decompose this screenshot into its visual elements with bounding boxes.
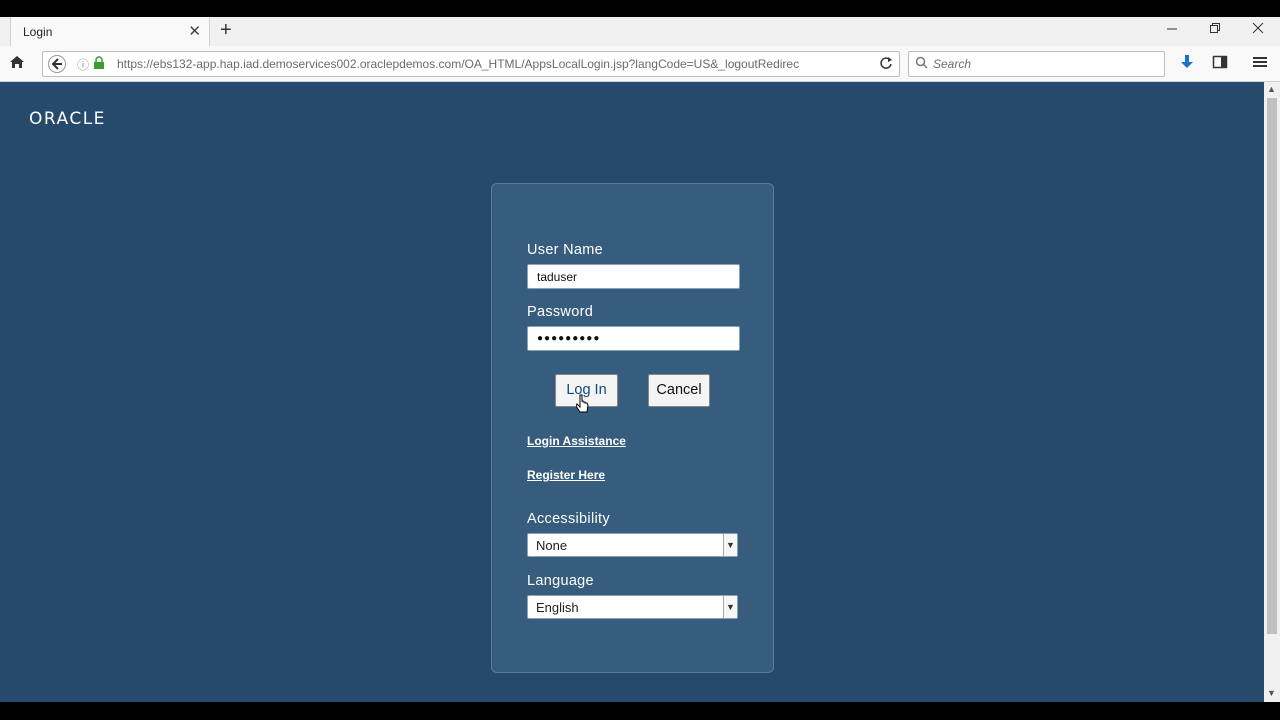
oracle-logo: ORACLE [29, 109, 106, 129]
accessibility-label: Accessibility [527, 511, 610, 527]
scroll-down-icon[interactable]: ▼ [1267, 688, 1276, 698]
scrollbar-thumb[interactable] [1267, 98, 1277, 634]
sidebar-icon[interactable] [1212, 54, 1228, 75]
username-field[interactable]: taduser [527, 264, 740, 289]
login-assistance-link[interactable]: Login Assistance [527, 434, 626, 448]
url-text[interactable]: https://ebs132-app.hap.iad.demoservices0… [117, 57, 857, 71]
language-select[interactable]: English ▼ [527, 595, 738, 619]
info-icon[interactable]: ⓘ [77, 56, 89, 74]
accessibility-select[interactable]: None ▼ [527, 533, 738, 557]
search-placeholder: Search [933, 57, 972, 71]
close-tab-icon[interactable]: ✕ [188, 22, 201, 40]
vertical-scrollbar[interactable]: ▲ ▼ [1264, 82, 1280, 702]
navigation-toolbar: ⓘ https://ebs132-app.hap.iad.demoservice… [0, 46, 1280, 82]
search-bar[interactable]: Search [908, 51, 1165, 77]
download-icon[interactable] [1179, 54, 1195, 75]
cancel-button[interactable]: Cancel [648, 374, 710, 407]
search-icon [915, 56, 929, 75]
tab-strip: Login ✕ + [0, 17, 1280, 46]
window-bottom-bar [0, 702, 1280, 720]
reload-icon[interactable] [879, 56, 893, 75]
window-top-bar [0, 0, 1280, 17]
restore-icon[interactable] [1209, 21, 1221, 38]
scroll-up-icon[interactable]: ▲ [1267, 84, 1276, 94]
menu-icon[interactable] [1252, 54, 1268, 75]
mouse-cursor-icon [576, 394, 589, 413]
minimize-icon[interactable] [1166, 21, 1178, 38]
accessibility-value: None [536, 538, 568, 553]
lock-icon [93, 56, 105, 75]
password-field[interactable]: ●●●●●●●●● [527, 326, 740, 351]
register-here-link[interactable]: Register Here [527, 468, 605, 482]
page-content: ORACLE User Name taduser Password ●●●●●●… [0, 82, 1264, 702]
username-label: User Name [527, 242, 604, 258]
tab-title: Login [23, 25, 53, 39]
browser-tab[interactable]: Login ✕ [10, 17, 210, 46]
language-label: Language [527, 573, 594, 589]
language-value: English [536, 600, 579, 615]
back-icon[interactable] [48, 55, 66, 78]
new-tab-icon[interactable]: + [220, 20, 232, 40]
chevron-down-icon[interactable]: ▼ [723, 596, 737, 618]
password-label: Password [527, 304, 594, 320]
chevron-down-icon[interactable]: ▼ [723, 534, 737, 556]
home-icon[interactable] [9, 54, 25, 75]
address-bar[interactable]: ⓘ https://ebs132-app.hap.iad.demoservice… [42, 51, 900, 77]
login-panel: User Name taduser Password ●●●●●●●●● Log… [491, 183, 774, 673]
close-window-icon[interactable] [1252, 21, 1264, 38]
